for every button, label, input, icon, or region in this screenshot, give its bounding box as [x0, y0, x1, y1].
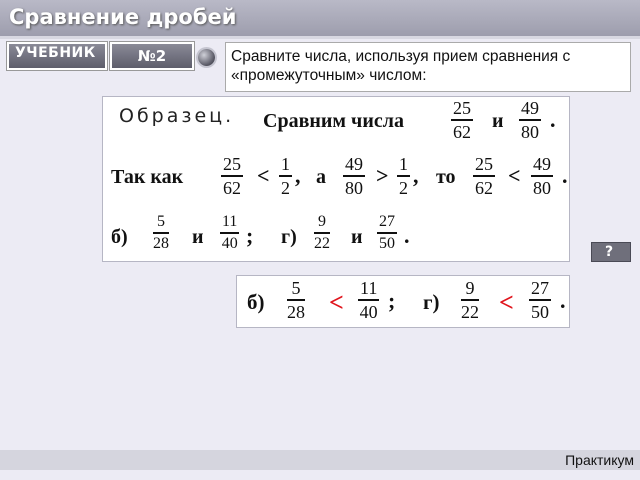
fraction-numerator: 49 [521, 98, 539, 118]
fraction-numerator: 25 [453, 98, 471, 118]
fraction-denominator: 40 [220, 232, 240, 252]
sample-fraction-half-1: 12 [279, 155, 292, 197]
footer-bar: Практикум [0, 450, 640, 470]
fraction-denominator: 40 [358, 299, 380, 321]
fraction-denominator: 28 [287, 299, 305, 321]
hint-button[interactable]: ? [591, 242, 631, 262]
sample-fraction-25-62-b: 25 62 [221, 155, 243, 197]
sample-fraction-49-80: 49 80 [519, 99, 541, 141]
sample-gt: > [376, 163, 389, 188]
question-icon: ? [605, 244, 614, 260]
task-text: Сравните числа, используя прием сравнени… [225, 42, 631, 92]
task-number-tab[interactable]: №2 [110, 42, 194, 70]
title-divider [0, 36, 640, 39]
fraction-denominator: 80 [531, 175, 553, 197]
sample-and-3: и [351, 226, 363, 248]
fraction-numerator: 25 [223, 154, 241, 174]
sample-dot-1: . [550, 107, 556, 132]
sample-fraction-11-40: 11 40 [220, 213, 240, 252]
fraction-numerator: 25 [475, 154, 493, 174]
fraction-numerator: 9 [465, 278, 475, 298]
textbook-tab[interactable]: УЧЕБНИК [7, 42, 107, 70]
answer-fraction-9-22: 9 22 [461, 279, 479, 321]
sample-a: а [316, 166, 326, 188]
fraction-denominator: 80 [343, 175, 365, 197]
fraction-numerator: 1 [281, 154, 290, 174]
fraction-numerator: 27 [379, 213, 395, 230]
footer-label: Практикум [565, 452, 634, 468]
fraction-numerator: 5 [291, 278, 301, 298]
sample-then: то [436, 166, 456, 188]
answer-semicolon: ; [388, 288, 396, 313]
sample-dot-2: . [562, 163, 568, 188]
sample-semicolon: ; [246, 223, 254, 248]
sample-b-label: б) [111, 226, 128, 248]
fraction-denominator: 62 [451, 119, 473, 141]
sample-comma-1: , [295, 163, 301, 188]
sample-panel: Образец. Сравним числа 25 62 и 49 80 . Так… [102, 96, 570, 262]
sample-and-2: и [192, 226, 204, 248]
fraction-numerator: 27 [531, 278, 549, 298]
answer-b-sign[interactable]: < [329, 290, 344, 316]
sample-lt-1: < [257, 163, 270, 188]
fraction-denominator: 2 [279, 175, 292, 197]
sample-fraction-49-80-c: 49 80 [531, 155, 553, 197]
sample-g-label: г) [281, 226, 297, 248]
fraction-numerator: 49 [345, 154, 363, 174]
answer-g-label: г) [423, 290, 440, 314]
round-bullet-icon [198, 49, 215, 66]
sample-fraction-25-62-c: 25 62 [473, 155, 495, 197]
sample-dot-3: . [404, 223, 410, 248]
fraction-denominator: 2 [397, 175, 410, 197]
fraction-numerator: 11 [222, 213, 238, 230]
fraction-denominator: 22 [461, 299, 479, 321]
fraction-numerator: 11 [360, 278, 378, 298]
fraction-denominator: 50 [377, 232, 397, 252]
sample-line2-lead: Так как [111, 166, 184, 188]
answer-g-sign[interactable]: < [499, 290, 514, 316]
sample-fraction-5-28: 5 28 [153, 214, 169, 252]
sample-fraction-27-50: 27 50 [377, 214, 397, 252]
fraction-denominator: 50 [529, 299, 551, 321]
answer-fraction-5-28: 5 28 [287, 279, 305, 321]
page-title: Сравнение дробей [9, 5, 237, 29]
sample-and-1: и [492, 110, 504, 132]
sample-fraction-half-2: 12 [397, 155, 410, 197]
sample-fraction-9-22: 9 22 [314, 214, 330, 252]
sample-comma-2: , [413, 163, 419, 188]
fraction-denominator: 22 [314, 232, 330, 252]
title-bar: Сравнение дробей [0, 0, 640, 36]
fraction-denominator: 28 [153, 232, 169, 252]
sample-line1-text: Сравним числа [263, 110, 404, 132]
sample-lt-2: < [508, 163, 521, 188]
sample-fraction-49-80-b: 49 80 [343, 155, 365, 197]
fraction-denominator: 80 [519, 119, 541, 141]
answer-panel: б) 5 28 < 11 40 ; г) 9 22 < 27 50 . [236, 275, 570, 328]
answer-fraction-27-50: 27 50 [529, 279, 551, 321]
answer-dot: . [560, 288, 566, 313]
fraction-numerator: 1 [399, 154, 408, 174]
footer-strip [0, 472, 640, 480]
fraction-numerator: 9 [318, 213, 326, 230]
sample-heading: Образец. [119, 105, 235, 127]
fraction-numerator: 49 [533, 154, 551, 174]
fraction-denominator: 62 [473, 175, 495, 197]
fraction-denominator: 62 [221, 175, 243, 197]
answer-fraction-11-40: 11 40 [358, 278, 380, 321]
fraction-numerator: 5 [157, 213, 165, 230]
answer-b-label: б) [247, 290, 265, 314]
sample-fraction-25-62: 25 62 [451, 99, 473, 141]
